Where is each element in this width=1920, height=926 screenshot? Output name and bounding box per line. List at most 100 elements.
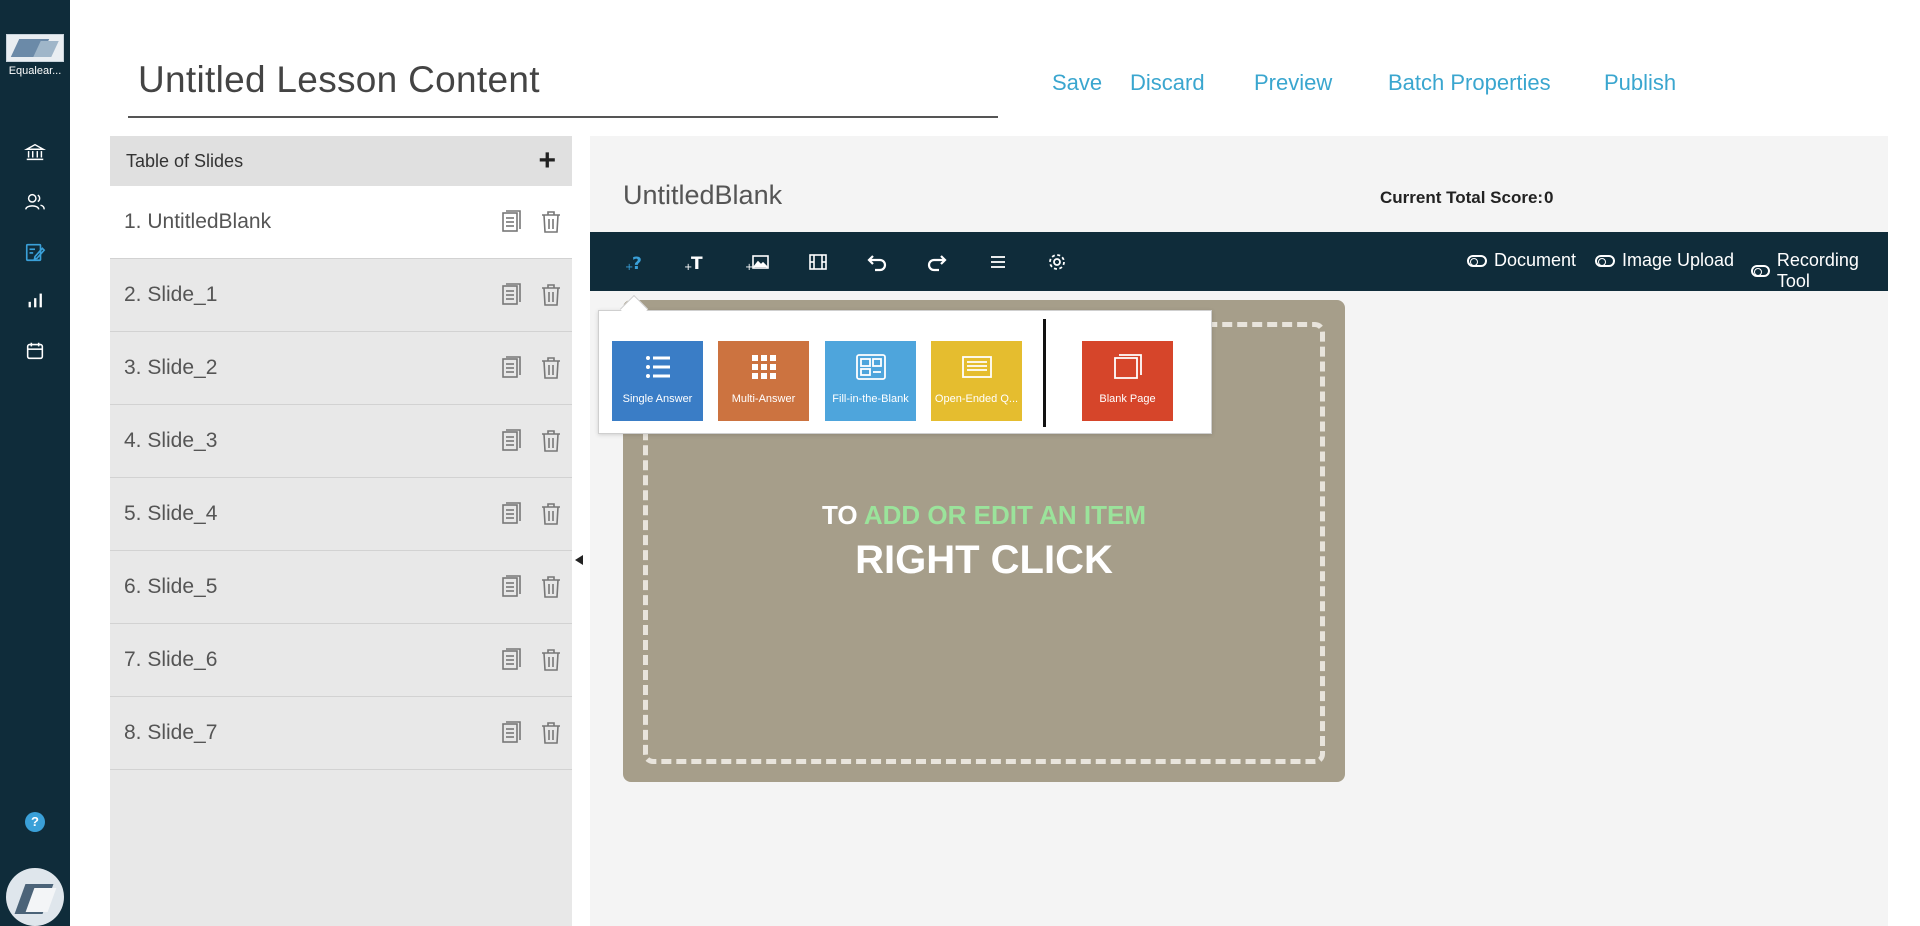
delete-slide-icon[interactable] <box>540 721 562 745</box>
chart-icon[interactable] <box>21 286 49 314</box>
edit-icon[interactable] <box>21 238 49 266</box>
editor-toolbar: +? + T + Document Image Upload Recording… <box>590 232 1888 291</box>
tile-label: Fill-in-the-Blank <box>832 393 909 405</box>
add-slide-button[interactable]: + <box>538 146 556 176</box>
canvas-hint-main: RIGHT CLICK <box>855 538 1113 582</box>
grid-icon <box>718 341 809 393</box>
redo-icon[interactable] <box>922 247 952 277</box>
recording-tool-toggle[interactable]: Recording Tool <box>1751 250 1888 292</box>
popup-divider <box>1043 319 1046 427</box>
toggle-icon <box>1751 265 1770 277</box>
fill-in-the-blank-tile[interactable]: Fill-in-the-Blank <box>825 341 916 421</box>
layout-icon <box>825 341 916 393</box>
slide-item-label: 5. Slide_4 <box>124 502 218 525</box>
add-image-icon[interactable]: + <box>742 247 772 277</box>
add-item-popup: Single Answer Multi-Answer Fill-in-the-B… <box>598 294 1212 434</box>
panel-splitter[interactable] <box>572 136 590 926</box>
slide-item-label: 8. Slide_7 <box>124 721 218 744</box>
add-text-icon[interactable]: + T <box>680 247 710 277</box>
collapse-arrow-icon[interactable] <box>575 555 583 565</box>
lesson-title-field[interactable]: Untitled Lesson Content <box>128 48 998 118</box>
slide-item[interactable]: 2. Slide_1 <box>110 259 572 332</box>
hint-to: TO <box>821 500 858 530</box>
slide-item[interactable]: 3. Slide_2 <box>110 332 572 405</box>
preview-link[interactable]: Preview <box>1254 70 1332 96</box>
slide-item[interactable]: 5. Slide_4 <box>110 478 572 551</box>
slide-item[interactable]: 1. UntitledBlank <box>110 186 572 259</box>
duplicate-slide-icon[interactable] <box>500 502 522 526</box>
delete-slide-icon[interactable] <box>540 429 562 453</box>
tile-label: Open-Ended Q... <box>934 393 1019 405</box>
publish-link[interactable]: Publish <box>1604 70 1676 96</box>
text-box-icon <box>931 341 1022 393</box>
users-icon[interactable] <box>21 188 49 216</box>
list-icon <box>612 341 703 393</box>
slides-title: Table of Slides <box>126 150 244 171</box>
lesson-title[interactable]: Untitled Lesson Content <box>128 48 998 112</box>
image-upload-toggle[interactable]: Image Upload <box>1595 250 1734 271</box>
duplicate-slide-icon[interactable] <box>500 575 522 599</box>
slide-item-label: 1. UntitledBlank <box>124 210 272 233</box>
delete-slide-icon[interactable] <box>540 648 562 672</box>
toggle-icon <box>1467 254 1487 267</box>
delete-slide-icon[interactable] <box>540 210 562 234</box>
multi-answer-tile[interactable]: Multi-Answer <box>718 341 809 421</box>
delete-slide-icon[interactable] <box>540 356 562 380</box>
duplicate-slide-icon[interactable] <box>500 429 522 453</box>
logo-text: Equalear... <box>8 65 62 77</box>
add-question-icon[interactable]: +? <box>620 247 650 277</box>
svg-text:T: T <box>691 254 703 274</box>
svg-text:+: + <box>745 262 753 273</box>
slide-item-label: 3. Slide_2 <box>124 356 218 379</box>
calendar-icon[interactable] <box>21 337 49 365</box>
slide-item-label: 2. Slide_1 <box>124 283 218 306</box>
duplicate-slide-icon[interactable] <box>500 356 522 380</box>
bank-icon[interactable] <box>21 138 49 166</box>
hint-action: ADD OR EDIT AN ITEM <box>863 500 1147 530</box>
slide-item-label: 6. Slide_5 <box>124 575 218 598</box>
delete-slide-icon[interactable] <box>540 283 562 307</box>
save-link[interactable]: Save <box>1052 70 1102 96</box>
document-toggle[interactable]: Document <box>1467 250 1576 271</box>
film-icon[interactable] <box>803 247 833 277</box>
settings-icon[interactable] <box>1042 247 1072 277</box>
open-ended-question-tile[interactable]: Open-Ended Q... <box>931 341 1022 421</box>
slide-item-label: 4. Slide_3 <box>124 429 218 452</box>
table-of-slides: Table of Slides + 1. UntitledBlank 2. Sli… <box>110 136 572 926</box>
list-icon[interactable] <box>983 247 1013 277</box>
help-icon[interactable]: ? <box>25 812 45 832</box>
tile-label: Multi-Answer <box>731 393 796 405</box>
tile-label: Single Answer <box>622 393 693 405</box>
slide-item[interactable]: 8. Slide_7 <box>110 697 572 770</box>
delete-slide-icon[interactable] <box>540 502 562 526</box>
slide-title[interactable]: UntitledBlank <box>623 180 782 211</box>
single-answer-tile[interactable]: Single Answer <box>612 341 703 421</box>
duplicate-slide-icon[interactable] <box>500 648 522 672</box>
tile-label: Blank Page <box>1099 393 1156 405</box>
slide-item[interactable]: 7. Slide_6 <box>110 624 572 697</box>
svg-text:?: ? <box>632 254 642 274</box>
duplicate-slide-icon[interactable] <box>500 283 522 307</box>
app-logo[interactable]: Equalear... <box>4 34 66 84</box>
delete-slide-icon[interactable] <box>540 575 562 599</box>
duplicate-slide-icon[interactable] <box>500 721 522 745</box>
blank-page-tile[interactable]: Blank Page <box>1082 341 1173 421</box>
batch-properties-link[interactable]: Batch Properties <box>1388 70 1551 96</box>
logo-image <box>6 34 64 62</box>
canvas-hint-line1: TO ADD OR EDIT AN ITEM <box>623 500 1345 531</box>
slide-item[interactable]: 6. Slide_5 <box>110 551 572 624</box>
left-rail: Equalear... ? <box>0 0 70 926</box>
discard-link[interactable]: Discard <box>1130 70 1205 96</box>
slide-item[interactable]: 4. Slide_3 <box>110 405 572 478</box>
avatar[interactable] <box>6 868 64 926</box>
slide-item-label: 7. Slide_6 <box>124 648 218 671</box>
app: Equalear... ? Untitled Lesson Content Sa… <box>0 0 1920 926</box>
score-label: Current Total Score: <box>1380 188 1544 207</box>
slide-list: 1. UntitledBlank 2. Slide_1 3. Slide_2 4. S… <box>110 186 572 770</box>
duplicate-slide-icon[interactable] <box>500 210 522 234</box>
slide-editor: UntitledBlank Current Total Score: 0 +? … <box>590 136 1888 926</box>
slides-header: Table of Slides + <box>110 136 572 186</box>
undo-icon[interactable] <box>862 247 892 277</box>
blank-page-icon <box>1082 341 1173 393</box>
image-upload-toggle-label: Image Upload <box>1622 250 1735 270</box>
